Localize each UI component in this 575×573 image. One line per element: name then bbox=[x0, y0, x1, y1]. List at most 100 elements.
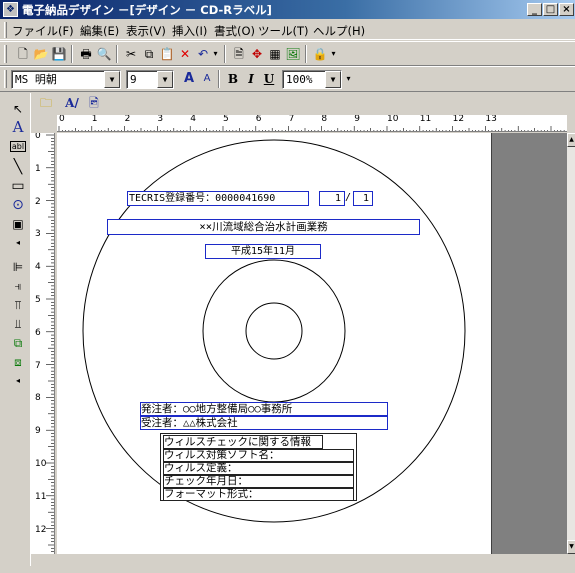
image-tool-icon[interactable]: ▣ bbox=[7, 214, 29, 234]
minimize-button[interactable]: _ bbox=[527, 3, 542, 16]
chevron-down-icon[interactable]: ▼ bbox=[325, 71, 341, 88]
virus-software-label: ウィルス対策ソフト名： bbox=[164, 449, 280, 461]
toolbar-grip[interactable] bbox=[4, 70, 7, 88]
menu-edit[interactable]: 編集(E) bbox=[80, 23, 119, 39]
toolbar-options-icon[interactable]: ▾ bbox=[329, 45, 338, 63]
app-icon[interactable]: ❖ bbox=[3, 2, 18, 17]
chevron-down-icon[interactable]: ▼ bbox=[157, 71, 173, 88]
ruler-number: 5 bbox=[223, 115, 229, 124]
move-icon[interactable]: ✥ bbox=[248, 45, 266, 63]
contractor-field[interactable]: 受注者：△△株式会社 bbox=[140, 416, 388, 430]
align-bottom-icon[interactable]: ⫫ bbox=[7, 314, 29, 334]
close-button[interactable]: × bbox=[559, 3, 574, 16]
design-canvas[interactable]: TECRIS登録番号：0000041690 1 / 1 ××川流域総合治水計画業… bbox=[57, 133, 567, 554]
format-field[interactable]: フォーマット形式： bbox=[163, 488, 354, 501]
check-date-label: チェック年月日： bbox=[164, 475, 248, 487]
menu-format[interactable]: 書式(O) bbox=[214, 23, 255, 39]
page-setup-icon[interactable]: 🗀 bbox=[37, 94, 55, 112]
lock-icon[interactable]: 🔒 bbox=[311, 45, 329, 63]
text-style-button[interactable]: A/ bbox=[61, 94, 83, 112]
align-left-icon[interactable]: ⊫ bbox=[7, 257, 29, 277]
label-page[interactable]: TECRIS登録番号：0000041690 1 / 1 ××川流域総合治水計画業… bbox=[57, 133, 492, 554]
preview-icon[interactable]: 🖻 bbox=[85, 94, 103, 112]
disc-number-field[interactable]: 1 bbox=[319, 191, 345, 206]
window-title: 電子納品デザイン －[デザイン － CD-Rラベル] bbox=[22, 3, 272, 17]
virus-software-field[interactable]: ウィルス対策ソフト名： bbox=[163, 449, 354, 462]
delete-icon[interactable]: ✕ bbox=[176, 45, 194, 63]
ruler-number: 13 bbox=[485, 115, 497, 124]
rectangle-tool-icon[interactable]: ▭ bbox=[7, 176, 29, 196]
save-icon[interactable]: 💾 bbox=[50, 45, 68, 63]
virus-header-field[interactable]: ウィルスチェックに関する情報 bbox=[163, 435, 323, 449]
virus-definition-label: ウィルス定義： bbox=[164, 462, 238, 474]
scroll-up-icon[interactable]: ▲ bbox=[567, 133, 575, 147]
menu-insert[interactable]: 挿入(I) bbox=[172, 23, 207, 39]
underline-button[interactable]: U bbox=[260, 70, 278, 88]
toolbar-grip[interactable] bbox=[4, 45, 7, 63]
open-icon[interactable]: 📂 bbox=[32, 45, 50, 63]
zoom-select[interactable]: 100% ▼ bbox=[282, 70, 342, 89]
menu-tools[interactable]: ツール(T) bbox=[258, 23, 309, 39]
cut-icon[interactable]: ✂ bbox=[122, 45, 140, 63]
properties-icon[interactable]: 🗎 bbox=[230, 45, 248, 63]
project-name-field[interactable]: ××川流域総合治水計画業務 bbox=[107, 219, 420, 235]
toolbar-options-icon[interactable]: ▾ bbox=[344, 70, 353, 88]
text-tool-button[interactable]: A bbox=[7, 117, 29, 137]
font-size-select[interactable]: 9 ▼ bbox=[126, 70, 174, 89]
print-preview-icon[interactable]: 🔍 bbox=[95, 45, 113, 63]
date-field[interactable]: 平成15年11月 bbox=[205, 244, 321, 259]
align-top-icon[interactable]: ⫪ bbox=[7, 295, 29, 315]
ruler-number: 0 bbox=[59, 115, 65, 124]
print-icon[interactable]: 🖶 bbox=[77, 45, 95, 63]
check-date-field[interactable]: チェック年月日： bbox=[163, 475, 354, 488]
palette-more-icon[interactable]: ◂ bbox=[7, 233, 29, 253]
undo-icon[interactable]: ↶ bbox=[194, 45, 212, 63]
pointer-icon[interactable]: ↖ bbox=[7, 99, 29, 119]
ruler-number: 10 bbox=[387, 115, 399, 124]
bring-front-icon[interactable]: ⧉ bbox=[7, 333, 29, 353]
menu-help[interactable]: ヘルプ(H) bbox=[313, 23, 365, 39]
ruler-number: 1 bbox=[35, 163, 41, 174]
font-name-value: MS 明朝 bbox=[15, 73, 57, 86]
toolbar-separator bbox=[116, 45, 118, 63]
italic-button[interactable]: I bbox=[242, 70, 260, 88]
grow-font-label: A bbox=[183, 71, 195, 86]
menu-view[interactable]: 表示(V) bbox=[126, 23, 166, 39]
tecris-field[interactable]: TECRIS登録番号：0000041690 bbox=[127, 191, 309, 206]
maximize-button[interactable]: □ bbox=[543, 3, 558, 16]
palette-more-icon[interactable]: ◂ bbox=[7, 371, 29, 391]
copy-icon[interactable]: ⧉ bbox=[140, 45, 158, 63]
line-tool-icon[interactable]: ╲ bbox=[7, 157, 29, 177]
circle-tool-icon[interactable]: ⊙ bbox=[7, 195, 29, 215]
textbox-tool-button[interactable]: abl bbox=[7, 137, 29, 157]
chevron-down-icon[interactable]: ▼ bbox=[104, 71, 120, 88]
toolbar-separator bbox=[305, 45, 307, 63]
vertical-scrollbar[interactable]: ▲ ▼ bbox=[567, 133, 575, 554]
toolbar-separator bbox=[71, 45, 73, 63]
disc-separator: / bbox=[345, 192, 352, 203]
ruler-number: 4 bbox=[190, 115, 196, 124]
font-name-select[interactable]: MS 明朝 ▼ bbox=[11, 70, 121, 89]
image-icon[interactable]: ▦ bbox=[266, 45, 284, 63]
new-icon[interactable]: 🗋 bbox=[14, 45, 32, 63]
shrink-font-button[interactable]: A bbox=[198, 70, 216, 88]
undo-dropdown-icon[interactable]: ▾ bbox=[211, 45, 220, 63]
picture-icon[interactable]: 🖼 bbox=[284, 45, 302, 63]
orderer-field[interactable]: 発注者：○○地方整備局○○事務所 bbox=[140, 402, 388, 416]
horizontal-scrollbar[interactable] bbox=[31, 555, 575, 566]
ruler-number: 10 bbox=[35, 459, 47, 469]
disc-hole-circle bbox=[245, 302, 303, 360]
ruler-number: 11 bbox=[35, 491, 47, 502]
menu-grip[interactable] bbox=[4, 22, 7, 38]
bold-button[interactable]: B bbox=[224, 70, 242, 88]
send-back-icon[interactable]: ⧈ bbox=[7, 352, 29, 372]
align-right-icon[interactable]: ⫣ bbox=[7, 276, 29, 296]
grow-font-button[interactable]: A bbox=[180, 70, 198, 88]
orderer-value: 発注者：○○地方整備局○○事務所 bbox=[141, 403, 293, 415]
ruler-number: 11 bbox=[419, 115, 432, 124]
virus-definition-field[interactable]: ウィルス定義： bbox=[163, 462, 354, 475]
disc-total-field[interactable]: 1 bbox=[353, 191, 373, 206]
paste-icon[interactable]: 📋 bbox=[158, 45, 176, 63]
scroll-down-icon[interactable]: ▼ bbox=[567, 540, 575, 554]
menu-file[interactable]: ファイル(F) bbox=[12, 23, 74, 39]
